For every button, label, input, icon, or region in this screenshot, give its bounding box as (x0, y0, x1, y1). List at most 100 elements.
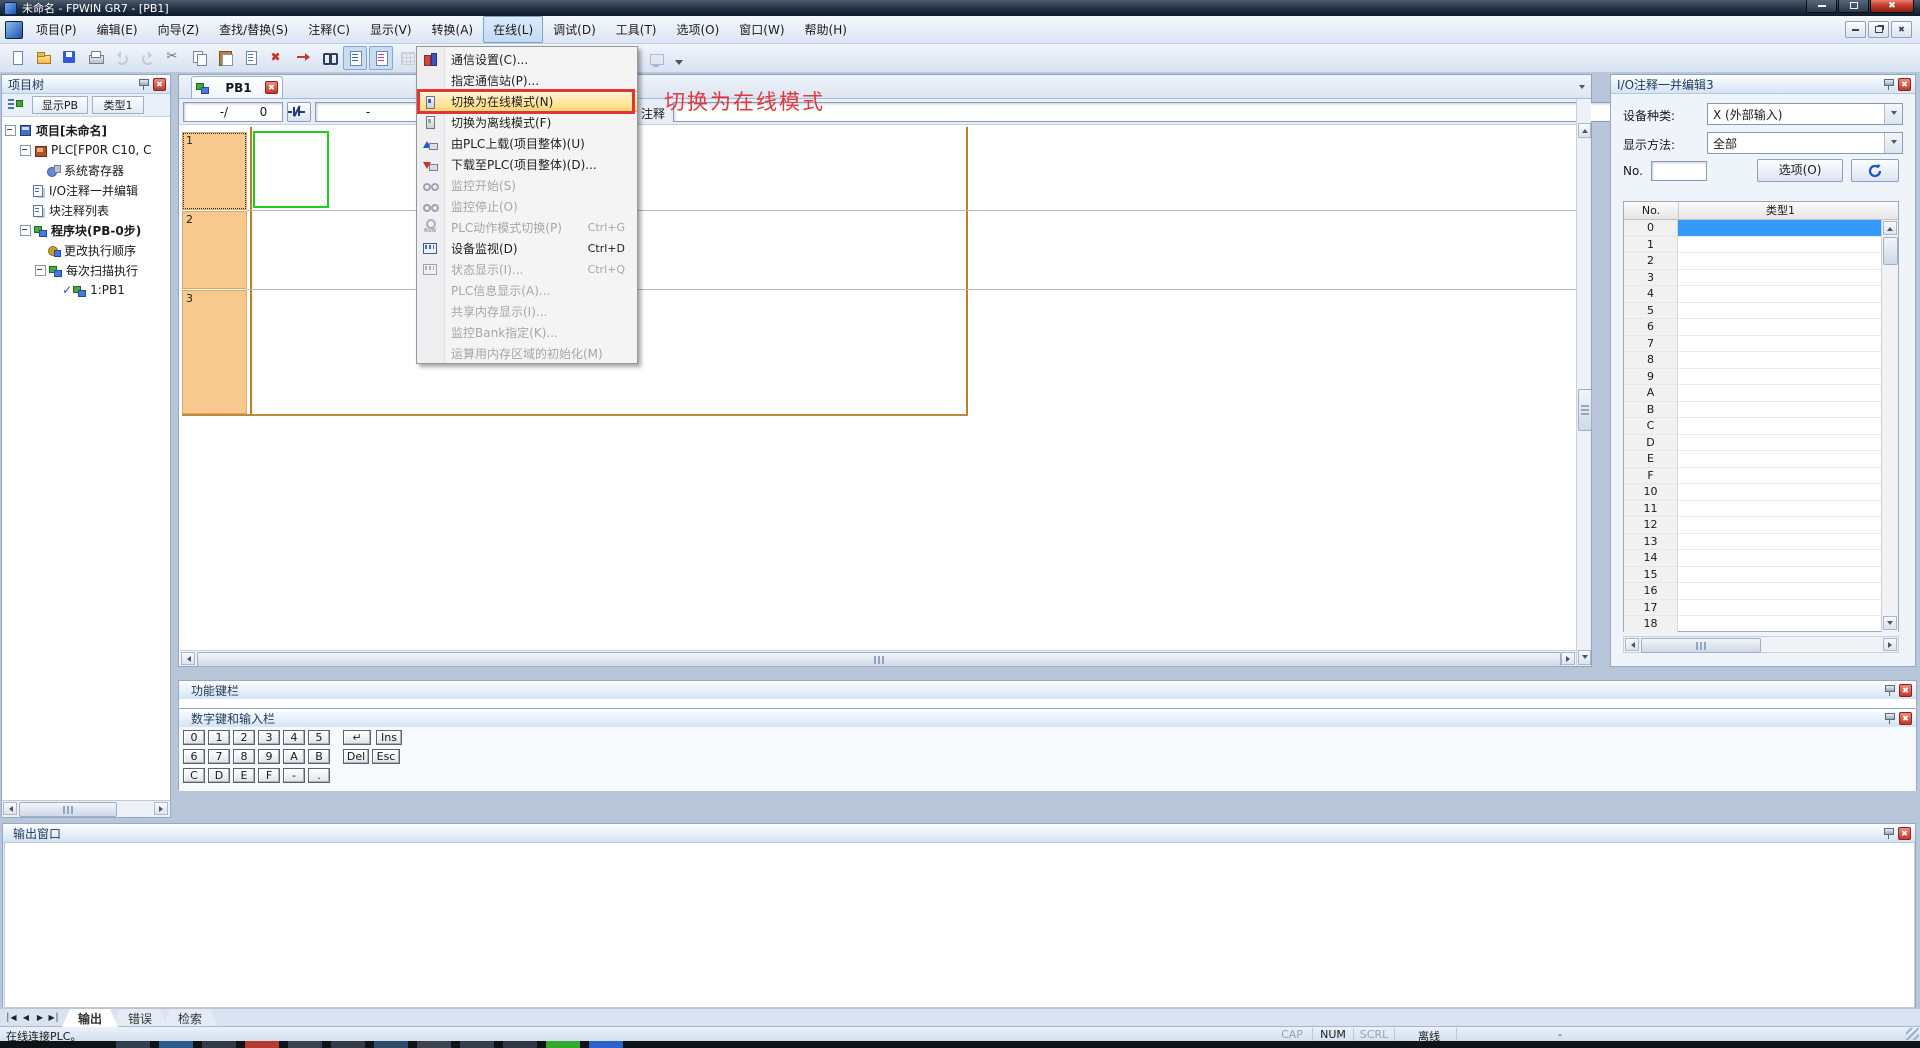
pin-icon[interactable] (137, 78, 150, 91)
keypad-key[interactable]: Esc (372, 749, 400, 764)
keypad-key[interactable]: 2 (233, 730, 255, 745)
tree-item[interactable]: 项目[未命名] (5, 121, 107, 139)
io-table-row[interactable]: C (1624, 418, 1881, 435)
scroll-thumb[interactable] (1641, 638, 1761, 653)
scroll-right-icon[interactable] (1561, 652, 1575, 665)
io-table-row[interactable]: 15 (1624, 567, 1881, 584)
taskbar-app[interactable] (546, 1041, 580, 1048)
io-table-row[interactable]: 16 (1624, 583, 1881, 600)
io-table-row[interactable]: 6 (1624, 319, 1881, 336)
menubar-item[interactable]: 工具(T) (606, 16, 667, 43)
col-no-header[interactable]: No. (1624, 202, 1679, 219)
io-table-row[interactable]: 0 (1624, 220, 1881, 237)
online-menu-item[interactable]: 指定通信站(P)... (417, 70, 637, 91)
contact-input-button[interactable] (287, 102, 311, 122)
close-panel-button[interactable] (153, 78, 166, 91)
menubar-item[interactable]: 帮助(H) (795, 16, 857, 43)
toolbar-button[interactable] (369, 46, 393, 70)
keypad-key[interactable]: 0 (183, 730, 205, 745)
bottom-tab[interactable]: 输出 (62, 1009, 118, 1027)
menubar-item[interactable]: 查找/替换(S) (209, 16, 298, 43)
refresh-button[interactable] (1851, 159, 1899, 182)
taskbar-app[interactable] (245, 1041, 279, 1048)
online-menu-item[interactable]: 切换为离线模式(F) (417, 112, 637, 133)
taskbar-app[interactable] (460, 1041, 494, 1048)
bottom-tab[interactable]: 检索 (162, 1009, 218, 1027)
chevron-down-icon[interactable] (1884, 104, 1902, 124)
online-menu-item[interactable]: 设备监视(D)Ctrl+D (417, 238, 637, 259)
scroll-left-icon[interactable] (3, 802, 17, 815)
io-table-row[interactable]: 3 (1624, 270, 1881, 287)
menubar-item[interactable]: 显示(V) (360, 16, 422, 43)
no-input[interactable] (1651, 161, 1707, 181)
bottom-tab[interactable]: 错误 (112, 1009, 168, 1027)
menubar-item[interactable]: 向导(Z) (148, 16, 210, 43)
toolbar-button[interactable] (291, 46, 315, 70)
menubar-item[interactable]: 窗口(W) (729, 16, 794, 43)
restore-button[interactable] (1838, 0, 1869, 13)
keypad-key[interactable]: 8 (233, 749, 255, 764)
io-table-row[interactable]: 4 (1624, 286, 1881, 303)
scroll-thumb[interactable] (1883, 237, 1898, 265)
io-table-row[interactable]: 11 (1624, 501, 1881, 518)
io-table-row[interactable]: 10 (1624, 484, 1881, 501)
scroll-up-icon[interactable] (1883, 221, 1897, 235)
toolbar-button[interactable] (213, 46, 237, 70)
editor-hscrollbar[interactable] (180, 650, 1576, 666)
online-menu-item[interactable]: 由PLC上载(项目整体)(U) (417, 133, 637, 154)
col-type1-header[interactable]: 类型1 (1679, 202, 1882, 219)
io-table-hscrollbar[interactable] (1623, 636, 1899, 653)
scroll-down-icon[interactable] (1883, 616, 1897, 630)
pin-icon[interactable] (1882, 827, 1895, 840)
sort-icon[interactable] (7, 97, 23, 113)
keypad-key[interactable]: 4 (283, 730, 305, 745)
io-table-row[interactable]: 1 (1624, 237, 1881, 254)
online-menu-item[interactable]: 通信设置(C)... (417, 49, 637, 70)
scroll-up-icon[interactable] (1578, 123, 1591, 138)
rung-header-cell[interactable]: 2 (182, 211, 247, 289)
keypad-key[interactable]: F (258, 768, 280, 783)
show-pb-button[interactable]: 显示PB (32, 96, 88, 114)
pin-icon[interactable] (1883, 712, 1896, 725)
mdi-close-button[interactable]: ✖ (1891, 21, 1912, 38)
menubar-item[interactable]: 项目(P) (26, 16, 87, 43)
first-tab-icon[interactable]: │◀ (4, 1011, 18, 1024)
taskbar-app[interactable] (417, 1041, 451, 1048)
io-table-row[interactable]: 14 (1624, 550, 1881, 567)
online-menu-item[interactable]: 下载至PLC(项目整体)(D)... (417, 154, 637, 175)
scroll-thumb[interactable] (197, 652, 1561, 667)
tree-expander-icon[interactable] (35, 265, 46, 276)
ladder-grid[interactable]: 123 (179, 125, 1576, 650)
toolbar-button[interactable] (57, 46, 81, 70)
last-tab-icon[interactable]: ▶│ (47, 1011, 61, 1024)
device-type-select[interactable]: X (外部输入) (1707, 103, 1903, 125)
toolbar-button[interactable] (317, 46, 341, 70)
chevron-down-icon[interactable] (1884, 133, 1902, 153)
menubar-item[interactable]: 选项(O) (666, 16, 729, 43)
io-table-row[interactable]: 17 (1624, 600, 1881, 617)
tree-item[interactable]: 每次扫描执行 (35, 261, 138, 279)
close-panel-button[interactable] (1899, 712, 1912, 725)
scroll-left-icon[interactable] (1625, 638, 1639, 651)
prev-tab-icon[interactable]: ◀ (19, 1011, 33, 1024)
options-button[interactable]: 选项(O) (1757, 159, 1843, 182)
keypad-key[interactable]: ↵ (343, 730, 371, 745)
mdi-minimize-button[interactable] (1845, 21, 1866, 38)
keypad-key[interactable]: B (308, 749, 330, 764)
keypad-key[interactable]: 6 (183, 749, 205, 764)
close-panel-button[interactable] (1898, 827, 1911, 840)
rung-header-cell[interactable]: 3 (182, 290, 247, 414)
tab-pb1[interactable]: PB1 (191, 76, 283, 98)
toolbar-button[interactable] (265, 46, 289, 70)
io-table-row[interactable]: 9 (1624, 369, 1881, 386)
keypad-key[interactable]: 3 (258, 730, 280, 745)
type1-button[interactable]: 类型1 (92, 96, 144, 114)
scroll-down-icon[interactable] (1578, 650, 1591, 665)
menubar-item[interactable]: 调试(D) (543, 16, 606, 43)
menubar-item[interactable]: 编辑(E) (87, 16, 148, 43)
tree-item[interactable]: 系统寄存器 (35, 161, 124, 179)
mdi-restore-button[interactable] (1868, 21, 1889, 38)
keypad-key[interactable]: - (283, 768, 305, 783)
io-table-row[interactable]: 8 (1624, 352, 1881, 369)
io-table-row[interactable]: 18 (1624, 616, 1881, 632)
